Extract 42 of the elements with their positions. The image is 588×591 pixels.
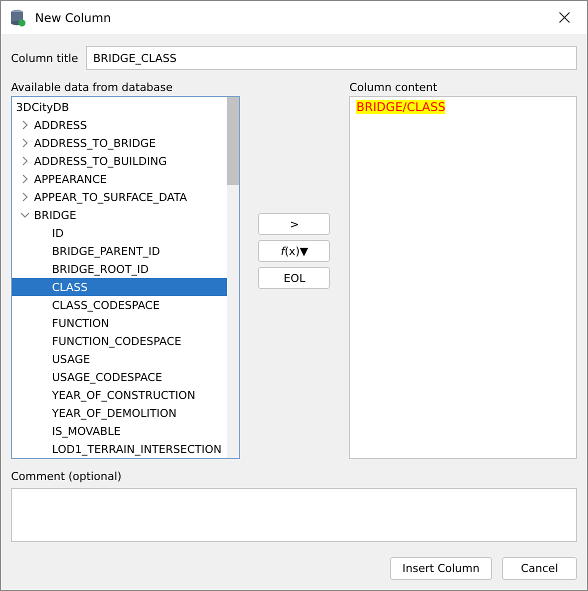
dialog-button[interactable]: Cancel [502,557,577,580]
tree-item[interactable]: ID [12,224,227,242]
tree-item[interactable]: FUNCTION [12,314,227,332]
tree-item[interactable]: ADDRESS_TO_BRIDGE [12,134,227,152]
chevron-icon[interactable] [20,138,30,148]
tree-item[interactable]: CLASS_CODESPACE [12,296,227,314]
dialog-button[interactable]: Insert Column [390,557,492,580]
action-button[interactable]: f(x)▼ [258,240,330,262]
tree-item[interactable]: ADDRESS [12,116,227,134]
tree-item[interactable]: USAGE [12,350,227,368]
list-label: Available data from database [11,80,174,96]
tree-item[interactable]: ADDRESS_TO_BUILDING [12,152,227,170]
close-icon[interactable] [558,12,570,23]
action-button[interactable]: > [258,213,330,235]
database-icon [10,8,26,26]
content-label: Column content [349,80,438,96]
action-button[interactable]: EOL [258,267,330,289]
chevron-icon[interactable] [20,192,30,202]
scrollbar[interactable] [226,97,239,458]
content-area[interactable]: BRIDGE/CLASS [349,96,577,459]
tree-item[interactable]: CLASS [12,278,227,296]
tree-item[interactable]: APPEAR_TO_SURFACE_DATA [12,188,227,206]
comment-field[interactable] [11,488,577,542]
tree-item[interactable]: 3DCityDB [12,98,227,116]
title-field[interactable]: BRIDGE_CLASS [86,46,577,70]
tree-item[interactable]: YEAR_OF_DEMOLITION [12,404,227,422]
chevron-icon[interactable] [20,174,30,184]
tree-item[interactable]: USAGE_CODESPACE [12,368,227,386]
tree-item[interactable]: APPEARANCE [12,170,227,188]
comment-label: Comment (optional) [11,469,123,485]
tree-item[interactable]: YEAR_OF_CONSTRUCTION [12,386,227,404]
field-label: Column title [11,52,78,64]
chevron-icon[interactable] [20,120,30,130]
window-title: New Column [35,10,112,24]
tree-item[interactable]: BRIDGE [12,206,227,224]
chevron-icon[interactable] [20,210,30,220]
tree-item[interactable]: LOD1_TERRAIN_INTERSECTION [12,440,227,458]
tree-item[interactable]: BRIDGE_PARENT_ID [12,242,227,260]
chevron-icon[interactable] [20,156,30,166]
tree-item[interactable]: FUNCTION_CODESPACE [12,332,227,350]
tree-item[interactable]: BRIDGE_ROOT_ID [12,260,227,278]
tree-item[interactable]: IS_MOVABLE [12,422,227,440]
